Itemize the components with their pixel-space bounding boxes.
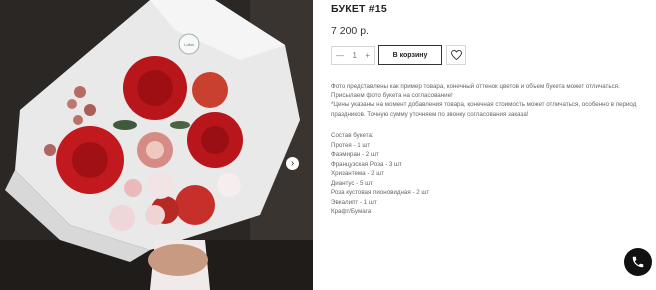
product-title: БУКЕТ #15 (331, 3, 387, 15)
call-button[interactable] (624, 248, 652, 276)
heart-icon (450, 50, 462, 60)
phone-icon (632, 256, 644, 268)
quantity-stepper[interactable]: — 1 + (331, 46, 375, 65)
add-to-cart-button[interactable]: В корзину (378, 45, 442, 65)
quantity-minus-button[interactable]: — (336, 51, 344, 60)
composition-item: Французская Роза - 3 шт (331, 160, 402, 168)
product-image-gallery[interactable]: Lolita › (0, 0, 313, 290)
quantity-plus-button[interactable]: + (365, 51, 370, 60)
gallery-next-arrow[interactable]: › (286, 157, 299, 170)
description-note: Фото представлены как пример товара, кон… (331, 83, 620, 100)
composition-item: Роза кустовая пионовидная - 2 шт (331, 189, 430, 196)
product-price: 7 200 р. (331, 25, 369, 37)
composition-item: Диантус - 5 шт (331, 179, 373, 187)
price-disclaimer: *Цены указаны на момент добавления товар… (331, 101, 637, 118)
chevron-right-icon: › (290, 157, 295, 169)
brand-logo: Lolita (184, 42, 194, 47)
composition-item: Хризантема - 2 шт (331, 170, 385, 177)
composition-item: Фаэмиран - 2 шт (331, 151, 379, 158)
bouquet-photo: Lolita (0, 0, 313, 290)
favorite-button[interactable] (446, 45, 466, 65)
composition-item: Крафт/Бумага (331, 208, 372, 215)
composition-heading: Состав букета: (331, 132, 374, 139)
composition-item: Эвкалипт - 1 шт (331, 198, 377, 206)
composition-item: Протея - 1 шт (331, 141, 371, 149)
product-description: Фото представлены как пример товара, кон… (331, 82, 651, 119)
quantity-value[interactable]: 1 (352, 51, 356, 60)
composition-list: Состав букета: Протея - 1 шт Фаэмиран - … (331, 131, 429, 217)
